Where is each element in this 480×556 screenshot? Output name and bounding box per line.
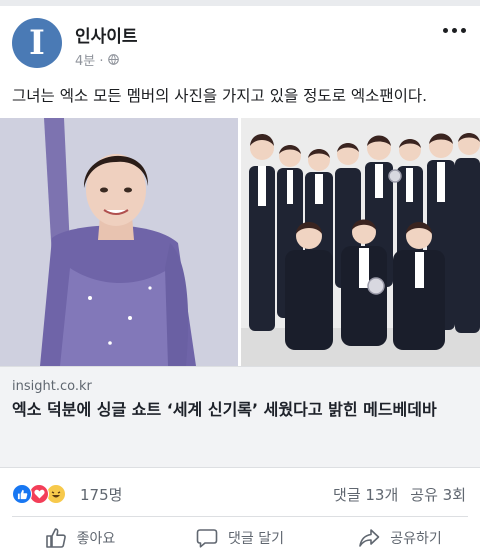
avatar-letter: I bbox=[29, 23, 45, 63]
post-caption: 그녀는 엑소 모든 멤버의 사진을 가지고 있을 정도로 엑소팬이다. bbox=[12, 87, 428, 105]
divider bbox=[12, 516, 468, 517]
like-button[interactable]: 좋아요 bbox=[0, 520, 160, 556]
comment-label: 댓글 달기 bbox=[228, 531, 284, 547]
reaction-icons[interactable] bbox=[12, 484, 74, 504]
link-domain: insight.co.kr bbox=[12, 379, 92, 394]
group-illustration bbox=[241, 118, 480, 366]
love-reaction-icon bbox=[29, 484, 49, 504]
thumbs-up-icon bbox=[45, 528, 66, 548]
haha-reaction-icon bbox=[46, 484, 66, 504]
more-icon[interactable] bbox=[443, 28, 466, 33]
reaction-count[interactable]: 175명 bbox=[80, 484, 122, 505]
reactions-bar: 175명 댓글 13개 공유 3회 bbox=[0, 472, 480, 512]
post-header: I 인사이트 4분 · bbox=[0, 6, 480, 74]
comment-count[interactable]: 댓글 13개 bbox=[333, 484, 398, 505]
post-meta: 4분 · bbox=[75, 50, 119, 69]
page-avatar[interactable]: I bbox=[12, 18, 62, 68]
link-title: 엑소 덕분에 싱글 쇼트 ‘세계 신기록’ 세웠다고 밝힌 메드베데바 bbox=[12, 400, 437, 419]
share-icon bbox=[359, 529, 380, 547]
page-name[interactable]: 인사이트 bbox=[75, 22, 138, 47]
more-dot bbox=[452, 28, 457, 33]
skater-photo bbox=[0, 118, 238, 366]
post-time[interactable]: 4분 · bbox=[75, 50, 104, 69]
like-reaction-icon bbox=[12, 484, 32, 504]
group-photo bbox=[241, 118, 480, 366]
skater-illustration bbox=[0, 118, 238, 366]
share-count[interactable]: 공유 3회 bbox=[410, 484, 466, 505]
share-button[interactable]: 공유하기 bbox=[320, 520, 480, 556]
link-preview[interactable]: insight.co.kr 엑소 덕분에 싱글 쇼트 ‘세계 신기록’ 세웠다고… bbox=[0, 366, 480, 468]
engagement-counts: 댓글 13개 공유 3회 bbox=[333, 484, 466, 505]
more-dot bbox=[443, 28, 448, 33]
link-preview-image[interactable] bbox=[0, 118, 480, 366]
action-bar: 좋아요 댓글 달기 공유하기 bbox=[0, 520, 480, 556]
like-label: 좋아요 bbox=[76, 531, 116, 547]
more-dot bbox=[461, 28, 466, 33]
comment-icon bbox=[196, 529, 218, 548]
share-label: 공유하기 bbox=[390, 531, 442, 547]
comment-button[interactable]: 댓글 달기 bbox=[160, 520, 320, 556]
globe-icon bbox=[107, 54, 119, 65]
